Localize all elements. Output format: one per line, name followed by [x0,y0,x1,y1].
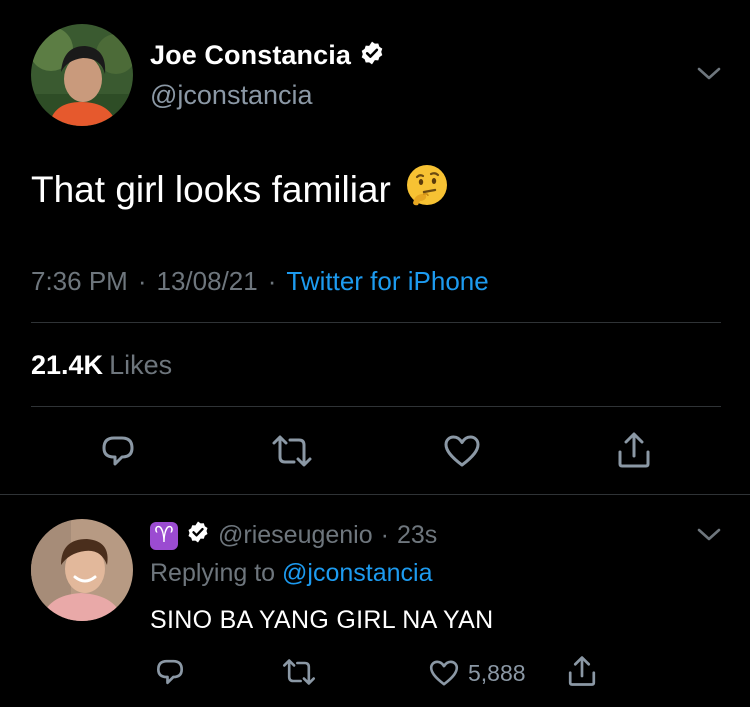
divider [0,494,750,495]
reply-author-handle[interactable]: @rieseugenio [218,521,373,550]
verified-badge-icon [186,520,210,551]
author-avatar[interactable] [31,24,133,126]
replying-to-line: Replying to @jconstancia [150,559,432,588]
likes-summary[interactable]: 21.4K Likes [31,350,172,381]
share-button[interactable] [612,428,656,472]
tweet-text: That girl looks familiar [31,168,391,210]
tweet-meta: 7:36 PM · 13/08/21 · Twitter for iPhone [31,266,489,297]
like-button[interactable] [440,431,484,471]
reply-like-count: 5,888 [468,659,526,686]
more-options-chevron-icon[interactable] [693,62,725,86]
reply-text: SINO BA YANG GIRL NA YAN [150,606,494,634]
reply-age: 23s [396,521,438,549]
author-name-row: Joe Constancia [150,40,385,71]
likes-count: 21.4K [31,350,104,380]
retweet-button[interactable] [268,431,316,471]
reply-more-options-chevron-icon[interactable] [693,523,725,547]
reply-icon [156,659,183,685]
share-icon [618,432,650,468]
divider [31,406,721,407]
divider [31,322,721,323]
reply-button[interactable] [96,431,140,471]
meta-separator: · [137,266,147,296]
meta-separator: · [380,521,389,549]
reply-like-button[interactable]: 5,888 [428,655,526,691]
meta-separator: · [267,266,277,296]
author-display-name[interactable]: Joe Constancia [150,40,351,71]
heart-icon [429,660,459,686]
reply-author-avatar[interactable] [31,519,133,621]
reply-header: ♈ @rieseugenio · 23s [150,520,437,551]
reply-retweet-button[interactable] [279,654,319,690]
tweet-text-row: That girl looks familiar [31,163,449,216]
replying-mention-link[interactable]: @jconstancia [282,559,432,587]
thinking-face-icon [405,163,449,216]
likes-label: Likes [109,350,173,380]
reply-reply-button[interactable] [152,654,188,690]
author-handle[interactable]: @jconstancia [150,80,313,111]
retweet-icon [272,435,312,467]
reply-icon [102,436,134,466]
retweet-icon [282,659,316,685]
heart-icon [444,435,480,467]
verified-badge-icon [359,40,385,71]
tweet-source-link[interactable]: Twitter for iPhone [286,266,488,297]
share-icon [568,656,596,686]
tweet-time: 7:36 PM [31,266,128,296]
reply-share-button[interactable] [563,652,601,690]
tweet-date: 13/08/21 [156,266,258,296]
replying-prefix: Replying to [150,559,276,587]
aries-sign-icon: ♈ [150,521,178,550]
